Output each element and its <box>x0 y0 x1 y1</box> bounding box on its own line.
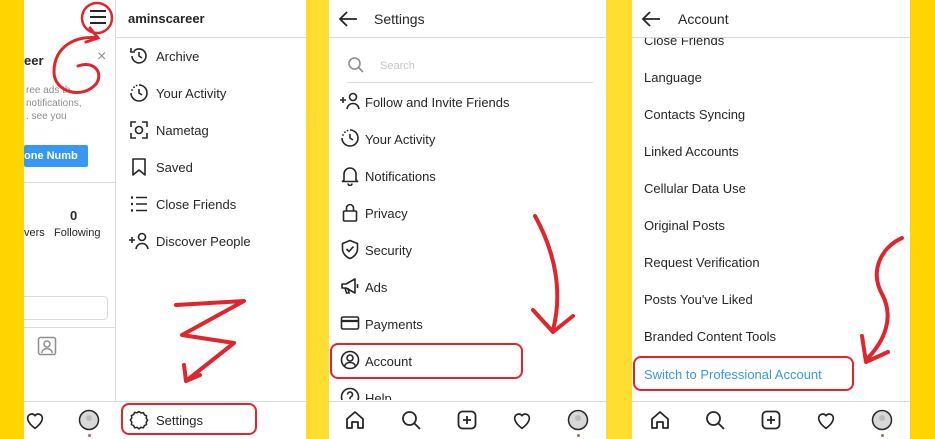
add-person-icon <box>339 90 361 112</box>
avatar[interactable] <box>871 409 893 431</box>
annotation-arrow-curl <box>52 1 114 94</box>
heart-icon[interactable] <box>511 409 533 431</box>
settings-item-notifications[interactable]: Notifications <box>339 164 599 188</box>
settings-item-label: Privacy <box>365 206 408 221</box>
back-arrow-icon[interactable] <box>337 8 359 30</box>
page-title: Account <box>678 11 729 27</box>
bottom-nav-fragment <box>24 401 116 439</box>
menu-item-label: Discover People <box>156 234 251 249</box>
menu-item-label: Close Friends <box>156 197 237 212</box>
shield-icon <box>339 238 361 260</box>
menu-username: aminscareer <box>128 11 205 26</box>
menu-item-label: Your Activity <box>156 86 227 101</box>
megaphone-icon <box>339 275 361 297</box>
account-item-cellular-data[interactable]: Cellular Data Use <box>644 181 746 196</box>
search-input[interactable]: Search <box>380 60 415 72</box>
add-person-icon <box>128 230 150 252</box>
account-item-branded-content[interactable]: Branded Content Tools <box>644 329 776 344</box>
activity-icon <box>339 127 361 149</box>
menu-item-label: Saved <box>156 160 193 175</box>
notification-dot <box>577 434 580 437</box>
settings-item-label: Ads <box>365 280 388 295</box>
avatar[interactable] <box>567 409 589 431</box>
settings-item-label: Follow and Invite Friends <box>365 95 510 110</box>
account-item-posts-liked[interactable]: Posts You've Liked <box>644 292 753 307</box>
highlight-switch-professional <box>633 356 854 391</box>
header-divider <box>116 37 306 38</box>
menu-item-label: Archive <box>156 49 200 64</box>
settings-panel: Settings Search Follow and Invite Friend… <box>329 0 606 439</box>
following-label: Following <box>54 227 101 239</box>
menu-item-label: Nametag <box>156 123 209 138</box>
header-divider <box>632 37 910 38</box>
close-friends-icon <box>128 193 150 215</box>
annotation-arrow-zigzag <box>174 299 246 383</box>
search-icon <box>347 56 365 74</box>
help-icon <box>339 386 361 400</box>
following-count: 0 <box>70 208 78 223</box>
settings-item-label: Help <box>365 391 392 400</box>
account-panel: Account Close Friends Language Contacts … <box>632 0 910 439</box>
settings-item-follow-invite[interactable]: Follow and Invite Friends <box>339 90 599 114</box>
menu-item-close-friends[interactable]: Close Friends <box>128 193 306 217</box>
avatar[interactable] <box>78 409 100 431</box>
menu-item-discover-people[interactable]: Discover People <box>128 230 306 254</box>
header-divider <box>329 37 606 38</box>
account-item-linked-accounts[interactable]: Linked Accounts <box>644 144 739 159</box>
heart-icon[interactable] <box>24 409 46 431</box>
highlight-settings <box>121 403 257 435</box>
settings-item-label: Your Activity <box>365 132 436 147</box>
search-field[interactable]: Search <box>347 55 593 83</box>
annotation-arrow-down <box>531 214 575 334</box>
menu-panel: eer × ree ads th notifications, . see yo… <box>24 0 306 439</box>
highlight-account <box>330 343 523 379</box>
settings-item-label: Notifications <box>365 169 436 184</box>
divider <box>24 182 116 183</box>
add-post-icon[interactable] <box>456 409 478 431</box>
settings-item-label: Security <box>365 243 412 258</box>
annotation-arrow-down <box>860 236 904 364</box>
account-item-contacts-syncing[interactable]: Contacts Syncing <box>644 107 745 122</box>
add-phone-button[interactable]: one Numb <box>24 145 88 167</box>
settings-item-help[interactable]: Help <box>339 386 599 400</box>
menu-item-your-activity[interactable]: Your Activity <box>128 82 306 106</box>
tagged-icon[interactable] <box>37 336 57 356</box>
account-item-close-friends[interactable]: Close Friends <box>644 38 724 48</box>
search-icon[interactable] <box>400 409 422 431</box>
home-icon[interactable] <box>649 409 671 431</box>
settings-item-your-activity[interactable]: Your Activity <box>339 127 599 151</box>
settings-item-label: Payments <box>365 317 423 332</box>
lock-icon <box>339 201 361 223</box>
search-icon[interactable] <box>704 409 726 431</box>
settings-divider <box>116 401 306 402</box>
divider <box>24 327 116 328</box>
menu-item-nametag[interactable]: Nametag <box>128 119 306 143</box>
bell-icon <box>339 164 361 186</box>
back-arrow-icon[interactable] <box>640 8 662 30</box>
notification-dot <box>88 434 91 437</box>
edit-profile-button[interactable] <box>24 296 108 320</box>
bottom-nav <box>329 401 606 439</box>
home-icon[interactable] <box>344 409 366 431</box>
account-item-original-posts[interactable]: Original Posts <box>644 218 725 233</box>
heart-icon[interactable] <box>815 409 837 431</box>
account-item-request-verification[interactable]: Request Verification <box>644 255 760 270</box>
bottom-nav <box>632 401 910 439</box>
card-icon <box>339 312 361 334</box>
notification-dot <box>881 434 884 437</box>
menu-item-saved[interactable]: Saved <box>128 156 306 180</box>
followers-label-partial: vers <box>24 227 45 239</box>
account-item-language[interactable]: Language <box>644 70 702 85</box>
menu-item-archive[interactable]: Archive <box>128 45 306 69</box>
page-title: Settings <box>374 11 425 27</box>
bookmark-icon <box>128 156 150 178</box>
add-post-icon[interactable] <box>760 409 782 431</box>
